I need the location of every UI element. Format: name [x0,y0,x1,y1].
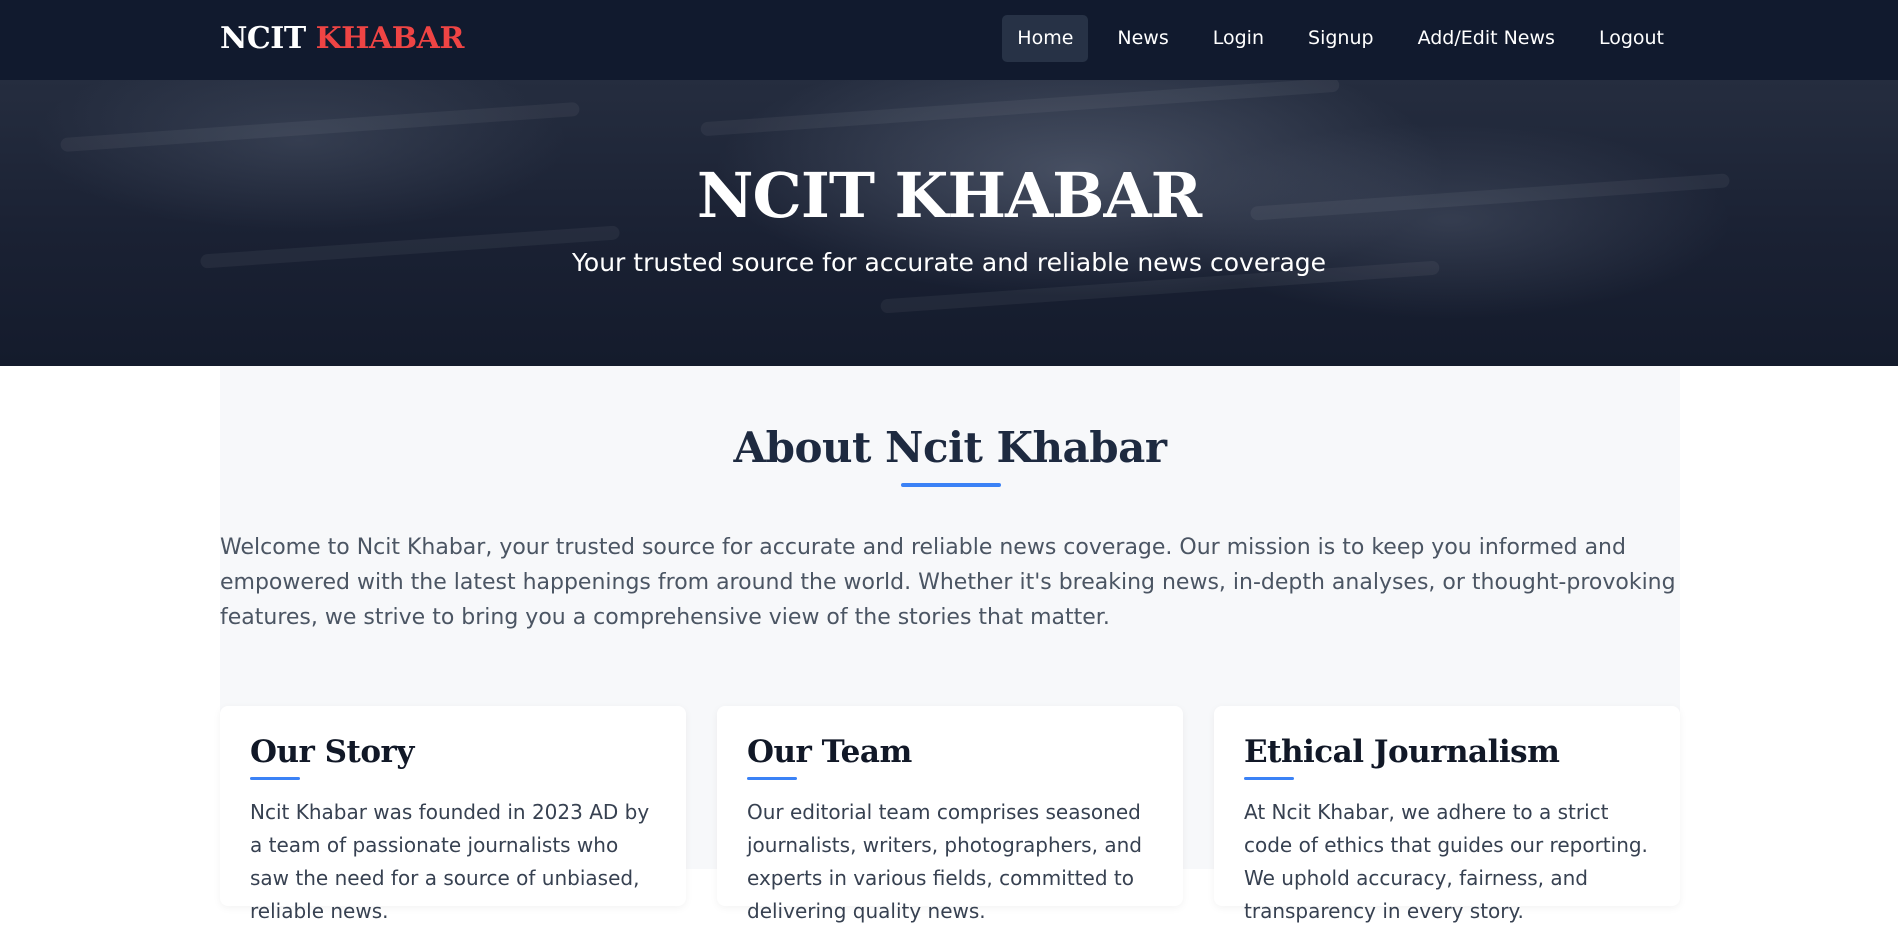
nav-login[interactable]: Login [1198,15,1279,62]
nav-logout[interactable]: Logout [1584,15,1679,62]
hero-banner: NCIT KHABAR Your trusted source for accu… [0,80,1898,366]
card-title: Our Team [747,734,912,770]
card-our-team: Our Team Our editorial team comprises se… [717,706,1183,923]
brand-part-2: KHABAR [315,21,465,56]
hero-subtitle: Your trusted source for accurate and rel… [571,248,1327,277]
card-title-underline [1244,777,1294,780]
card-our-story: Our Story Ncit Khabar was founded in 202… [220,706,686,923]
card-title-underline [250,777,300,780]
brand-part-1: NCIT [220,21,306,56]
brand-logo[interactable]: NCIT KHABAR [220,20,464,58]
card-text: Our editorial team comprises seasoned jo… [747,800,1142,923]
nav-news[interactable]: News [1102,15,1183,62]
nav-add-edit-news[interactable]: Add/Edit News [1403,15,1570,62]
card-text: At Ncit Khabar, we adhere to a strict co… [1244,800,1648,923]
hero-background-texture [700,80,1340,137]
hero-title: NCIT KHABAR [696,159,1202,232]
card-text: Ncit Khabar was founded in 2023 AD by a … [250,800,650,923]
about-title-underline [901,483,1001,487]
card-title: Ethical Journalism [1244,734,1560,770]
nav-links: Home News Login Signup Add/Edit News Log… [1002,15,1679,62]
card-ethical-journalism: Ethical Journalism At Ncit Khabar, we ad… [1214,706,1680,923]
card-title: Our Story [250,734,414,770]
about-text: Welcome to Ncit Khabar, your trusted sou… [220,535,1676,630]
about-title: About Ncit Khabar [733,423,1167,472]
nav-signup[interactable]: Signup [1293,15,1389,62]
nav-home[interactable]: Home [1002,15,1089,62]
card-title-underline [747,777,797,780]
hero-background-texture [60,101,580,153]
navbar: NCIT KHABAR Home News Login Signup Add/E… [0,0,1898,80]
